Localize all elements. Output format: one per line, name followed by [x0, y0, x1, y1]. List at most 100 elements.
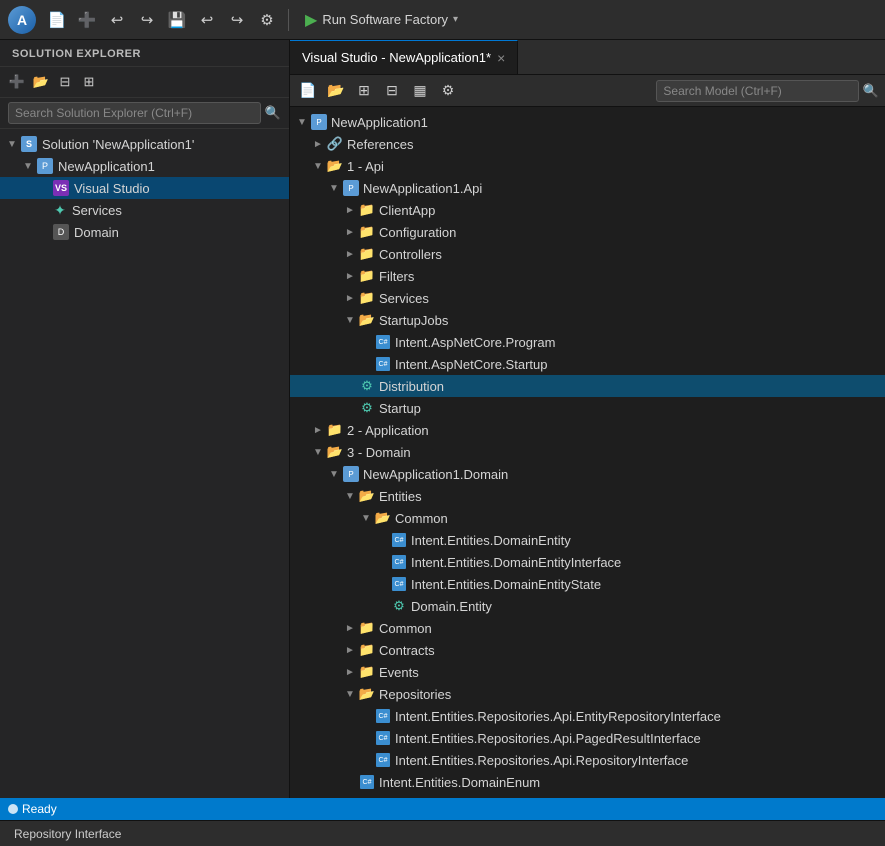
folder-open-icon: 📂 [326, 443, 344, 461]
forward-button[interactable]: ↪ [134, 7, 160, 33]
chevron-icon: ► [310, 139, 326, 150]
redo-button[interactable]: ↪ [224, 7, 250, 33]
ct-item-events[interactable]: ► 📁 Events [290, 661, 885, 683]
ct-item-distribution[interactable]: ⚙ Distribution [290, 375, 885, 397]
settings-toolbar-btn[interactable]: ⚙ [436, 79, 460, 103]
ct-item-repositories[interactable]: ▼ 📂 Repositories [290, 683, 885, 705]
ct-item-controllers[interactable]: ► 📁 Controllers [290, 243, 885, 265]
ct-item-common2[interactable]: ► 📁 Common [290, 617, 885, 639]
expand-toolbar-btn[interactable]: ⊞ [352, 79, 376, 103]
ct-item-newapp1api[interactable]: ▼ P NewApplication1.Api [290, 177, 885, 199]
ct-item-contracts[interactable]: ► 📁 Contracts [290, 639, 885, 661]
open-toolbar-btn[interactable]: 📂 [324, 79, 348, 103]
undo-button[interactable]: ↩ [194, 7, 220, 33]
repository-interface-item[interactable]: Repository Interface [8, 827, 127, 841]
chevron-icon: ► [342, 293, 358, 304]
tab-bar: Visual Studio - NewApplication1* × [290, 40, 885, 75]
ct-item-intentaspnetcorestartup[interactable]: C# Intent.AspNetCore.Startup [290, 353, 885, 375]
sidebar-item-visual-studio[interactable]: VS Visual Studio [0, 177, 289, 199]
repository-interface-label: Repository Interface [14, 827, 121, 841]
pin-button[interactable]: ⊞ [78, 71, 100, 93]
folder-icon: 📁 [358, 289, 376, 307]
new-file-toolbar-btn[interactable]: 📄 [296, 79, 320, 103]
ct-label: NewApplication1.Domain [363, 467, 508, 482]
sidebar-item-solution[interactable]: ▼ S Solution 'NewApplication1' [0, 133, 289, 155]
ct-label: Intent.AspNetCore.Program [395, 335, 555, 350]
sidebar-search-input[interactable] [8, 102, 261, 124]
ct-item-filters[interactable]: ► 📁 Filters [290, 265, 885, 287]
add-button[interactable]: ➕ [74, 7, 100, 33]
ct-item-intententitiesdomainentityinterface[interactable]: C# Intent.Entities.DomainEntityInterface [290, 551, 885, 573]
back-button[interactable]: ↩ [104, 7, 130, 33]
add-item-button[interactable]: ➕ [6, 71, 28, 93]
ct-item-clientapp[interactable]: ► 📁 ClientApp [290, 199, 885, 221]
ct-label: Configuration [379, 225, 456, 240]
tab-close-button[interactable]: × [497, 51, 505, 65]
file-cs-icon: C# [358, 773, 376, 791]
ct-item-entities[interactable]: ▼ 📂 Entities [290, 485, 885, 507]
ct-item-intentaspnetcoreprogram[interactable]: C# Intent.AspNetCore.Program [290, 331, 885, 353]
ct-item-intentrepository[interactable]: C# Intent.Entities.Repositories.Api.Repo… [290, 749, 885, 771]
ct-label: Intent.Entities.Repositories.Api.Reposit… [395, 753, 688, 768]
sidebar-item-domain[interactable]: D Domain [0, 221, 289, 243]
grid-toolbar-btn[interactable]: ▦ [408, 79, 432, 103]
ct-item-newapp1domain[interactable]: ▼ P NewApplication1.Domain [290, 463, 885, 485]
ct-item-1api[interactable]: ▼ 📂 1 - Api [290, 155, 885, 177]
solution-explorer-sidebar: Solution Explorer ➕ 📂 ⊟ ⊞ 🔍 ▼ S Solution… [0, 40, 290, 798]
file-cs-icon: C# [374, 729, 392, 747]
ct-item-intententitiesdomainentitystate[interactable]: C# Intent.Entities.DomainEntityState [290, 573, 885, 595]
sidebar-item-newapp1[interactable]: ▼ P NewApplication1 [0, 155, 289, 177]
chevron-icon: ▼ [342, 689, 358, 700]
ct-item-newapp1root[interactable]: ▼ P NewApplication1 [290, 111, 885, 133]
chevron-icon: ▼ [310, 161, 326, 172]
solution-label: Solution 'NewApplication1' [42, 137, 194, 152]
folder-icon: 📁 [358, 201, 376, 219]
folder-icon: 📁 [358, 245, 376, 263]
ct-item-startup[interactable]: ⚙ Startup [290, 397, 885, 419]
collapse-all-button[interactable]: ⊟ [54, 71, 76, 93]
new-file-button[interactable]: 📄 [44, 7, 70, 33]
ct-item-intentrepopagedresult[interactable]: C# Intent.Entities.Repositories.Api.Page… [290, 727, 885, 749]
ct-item-common1[interactable]: ▼ 📂 Common [290, 507, 885, 529]
project-blue-icon: P [342, 465, 360, 483]
file-cs-icon: C# [390, 575, 408, 593]
content-search-input[interactable] [656, 80, 858, 102]
chevron-icon: ► [310, 425, 326, 436]
sidebar-item-services[interactable]: ✦ Services [0, 199, 289, 221]
ct-item-intentdomainenum[interactable]: C# Intent.Entities.DomainEnum [290, 771, 885, 793]
ct-label: Distribution [379, 379, 444, 394]
ct-item-intentrepoapi[interactable]: C# Intent.Entities.Repositories.Api.Enti… [290, 705, 885, 727]
sidebar-search-icon[interactable]: 🔍 [265, 105, 281, 121]
file-cs-icon: C# [390, 553, 408, 571]
settings-button[interactable]: ⚙ [254, 7, 280, 33]
ct-label: Contracts [379, 643, 435, 658]
ct-item-startupjobs[interactable]: ▼ 📂 StartupJobs [290, 309, 885, 331]
ct-item-services-folder[interactable]: ► 📁 Services [290, 287, 885, 309]
ct-item-domainentity[interactable]: ⚙ Domain.Entity [290, 595, 885, 617]
ct-label: Filters [379, 269, 414, 284]
content-search-icon[interactable]: 🔍 [863, 83, 879, 99]
toolbar-separator [288, 9, 289, 31]
project-icon: P [310, 113, 328, 131]
folder-open-icon: 📂 [358, 487, 376, 505]
ct-item-references[interactable]: ► 🔗 References [290, 133, 885, 155]
project-blue-icon: P [342, 179, 360, 197]
pin-toolbar-btn[interactable]: ⊟ [380, 79, 404, 103]
ct-item-configuration[interactable]: ► 📁 Configuration [290, 221, 885, 243]
app-logo[interactable]: A [8, 6, 36, 34]
ct-item-2application[interactable]: ► 📁 2 - Application [290, 419, 885, 441]
ct-label: Common [379, 621, 432, 636]
ct-item-3domain[interactable]: ▼ 📂 3 - Domain [290, 441, 885, 463]
ct-label: Domain.Entity [411, 599, 492, 614]
open-folder-button[interactable]: 📂 [30, 71, 52, 93]
save-button[interactable]: 💾 [164, 7, 190, 33]
ct-item-intententitiesdomainentity[interactable]: C# Intent.Entities.DomainEntity [290, 529, 885, 551]
vstudio-label: Visual Studio [74, 181, 150, 196]
status-bar: Ready [0, 798, 885, 820]
tab-visual-studio[interactable]: Visual Studio - NewApplication1* × [290, 40, 518, 74]
folder-icon: 📁 [358, 663, 376, 681]
sidebar-search-row: 🔍 [0, 98, 289, 129]
play-icon: ▶ [305, 10, 317, 30]
ct-label: Common [395, 511, 448, 526]
run-software-factory-button[interactable]: ▶ Run Software Factory ▾ [297, 6, 466, 34]
